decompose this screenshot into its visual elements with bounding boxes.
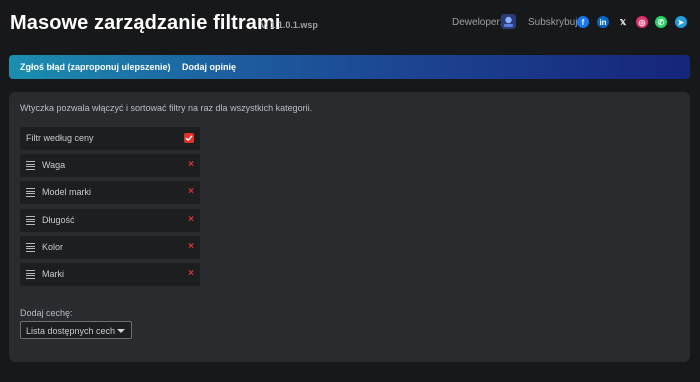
filter-label: Marki: [42, 269, 64, 279]
drag-handle-icon[interactable]: [26, 270, 35, 279]
filter-label: Długość: [42, 215, 75, 225]
remove-icon[interactable]: ×: [188, 241, 194, 252]
remove-icon[interactable]: ×: [188, 268, 194, 279]
drag-handle-icon[interactable]: [26, 243, 35, 252]
remove-icon[interactable]: ×: [188, 159, 194, 170]
x-icon[interactable]: 𝕏: [617, 16, 629, 28]
feature-select[interactable]: Lista dostępnych cech: [20, 321, 132, 339]
filter-row[interactable]: Model marki ×: [20, 181, 200, 204]
whatsapp-icon[interactable]: ✆: [655, 16, 667, 28]
instagram-icon[interactable]: ◎: [636, 16, 648, 28]
price-filter-checkbox[interactable]: [184, 133, 194, 143]
price-filter-row: Filtr według ceny: [20, 127, 200, 150]
version-label: v. 1.1.0.1.wsp: [261, 20, 318, 30]
plugin-description: Wtyczka pozwala włączyć i sortować filtr…: [20, 103, 313, 113]
header: Masowe zarządzanie filtrami v. 1.1.0.1.w…: [0, 0, 700, 50]
filter-label: Waga: [42, 160, 66, 170]
add-feature-label: Dodaj cechę:: [20, 308, 73, 318]
feature-select-value: Lista dostępnych cech: [26, 326, 116, 336]
add-review-link[interactable]: Dodaj opinię: [182, 62, 236, 72]
subscribe-label: Subskrybuj:: [528, 17, 581, 28]
linkedin-icon[interactable]: in: [597, 16, 609, 28]
drag-handle-icon[interactable]: [26, 161, 35, 170]
drag-handle-icon[interactable]: [26, 216, 35, 225]
page-title: Masowe zarządzanie filtrami: [10, 12, 281, 34]
developer-logo-icon[interactable]: [500, 13, 517, 30]
filter-row[interactable]: Waga ×: [20, 154, 200, 177]
chevron-down-icon: [117, 329, 125, 333]
filter-row[interactable]: Marki ×: [20, 263, 200, 286]
filter-row[interactable]: Kolor ×: [20, 236, 200, 259]
price-filter-label: Filtr według ceny: [26, 133, 94, 143]
telegram-icon[interactable]: ➤: [675, 16, 687, 28]
developer-label: Deweloper:: [452, 17, 503, 28]
remove-icon[interactable]: ×: [188, 186, 194, 197]
filter-label: Model marki: [42, 187, 92, 197]
filter-label: Kolor: [42, 242, 64, 252]
filter-row[interactable]: Długość ×: [20, 209, 200, 232]
facebook-icon[interactable]: f: [577, 16, 589, 28]
report-bug-link[interactable]: Zgłoś błąd (zaproponuj ulepszenie): [20, 62, 171, 72]
drag-handle-icon[interactable]: [26, 188, 35, 197]
remove-icon[interactable]: ×: [188, 214, 194, 225]
